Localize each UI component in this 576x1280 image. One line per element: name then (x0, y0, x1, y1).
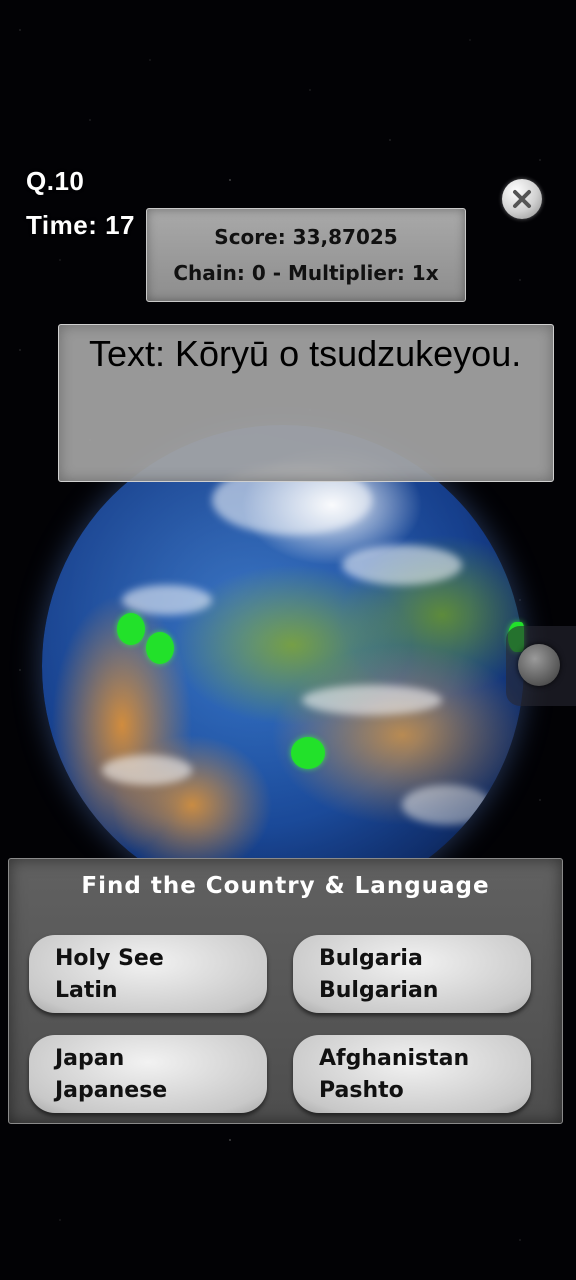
answer-country: Holy See (55, 946, 164, 971)
answer-option-3[interactable]: Japan Japanese (29, 1035, 267, 1113)
answer-language: Bulgarian (319, 978, 439, 1003)
globe-rotate-handle[interactable] (506, 626, 576, 706)
score-panel: Score: 33,87025 Chain: 0 - Multiplier: 1… (146, 208, 466, 302)
answer-panel: Find the Country & Language Holy See Lat… (8, 858, 563, 1124)
location-marker[interactable] (146, 632, 174, 664)
answer-country: Bulgaria (319, 946, 423, 971)
answer-option-2[interactable]: Bulgaria Bulgarian (293, 935, 531, 1013)
answer-language: Pashto (319, 1078, 404, 1103)
earth-globe[interactable] (42, 425, 524, 907)
prompt-panel: Text: Kōryū o tsudzukeyou. (58, 324, 554, 482)
rotate-knob-icon (518, 644, 560, 686)
chain-multiplier-label: Chain: 0 - Multiplier: 1x (173, 261, 439, 285)
answer-title: Find the Country & Language (81, 873, 490, 899)
prompt-text: Text: Kōryū o tsudzukeyou. (89, 333, 522, 374)
answer-country: Afghanistan (319, 1046, 470, 1071)
location-marker[interactable] (291, 737, 325, 769)
answer-option-1[interactable]: Holy See Latin (29, 935, 267, 1013)
score-label: Score: 33,87025 (214, 225, 398, 249)
location-marker[interactable] (117, 613, 145, 645)
answer-language: Latin (55, 978, 118, 1003)
answer-option-4[interactable]: Afghanistan Pashto (293, 1035, 531, 1113)
close-icon (513, 190, 531, 208)
question-number: Q.10 (26, 166, 85, 196)
timer: Time: 17 (26, 210, 136, 240)
answer-country: Japan (55, 1046, 125, 1071)
answer-language: Japanese (55, 1078, 168, 1103)
close-button[interactable] (502, 179, 542, 219)
